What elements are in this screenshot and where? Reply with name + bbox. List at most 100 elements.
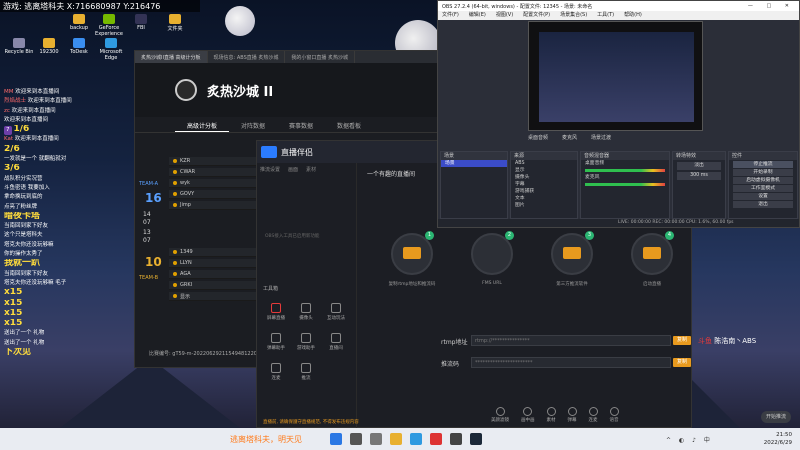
taskview-icon[interactable] [370, 433, 382, 445]
tool-icon [331, 333, 341, 343]
desktop-icon-backup[interactable]: backup [64, 14, 94, 31]
obs-icon[interactable] [450, 433, 462, 445]
obs-menu-item[interactable]: 场景集合(S) [560, 11, 587, 20]
player-row[interactable]: wyk [169, 179, 259, 188]
stream-key-field[interactable]: *********************** [471, 357, 671, 368]
bottom-tool[interactable]: 素材 [546, 407, 556, 423]
toolbox-item[interactable]: 直播间 [323, 333, 349, 351]
toolbox-item[interactable]: 弹幕助手 [263, 333, 289, 351]
bottom-tool[interactable]: 弹幕 [567, 407, 577, 423]
obs-preview[interactable] [528, 21, 703, 131]
subtab-dashboard[interactable]: 数据看板 [325, 117, 373, 132]
toolbox-item[interactable]: 游戏助手 [293, 333, 319, 351]
toolbox-item[interactable]: 屏幕直播 [263, 303, 289, 321]
ime-indicator[interactable]: 中 [704, 437, 713, 444]
obs-control-button[interactable]: 设置 [733, 193, 793, 200]
source-item[interactable]: 摄像头 [511, 174, 577, 181]
tool-icon [271, 363, 281, 373]
player-row[interactable]: AGA [169, 270, 259, 279]
bottom-tool[interactable]: 画中画 [521, 407, 535, 423]
obs-control-button[interactable]: 开始录制 [733, 169, 793, 176]
tab-mini-window[interactable]: 我的小窗口直播 炙热沙城 [285, 51, 355, 63]
obs-menu-item[interactable]: 帮助(H) [624, 11, 642, 20]
transition-select[interactable]: 淡出 [677, 162, 721, 170]
chat-text: 1/6 [13, 125, 30, 135]
desktop-icon-fbi[interactable]: FBI [126, 14, 156, 31]
obs-control-button[interactable]: 工作室模式 [733, 185, 793, 192]
player-row[interactable]: 1349 [169, 248, 259, 257]
bottom-tool[interactable]: 连麦 [588, 407, 598, 423]
transition-toggle[interactable]: 场景过渡 [591, 134, 611, 141]
toolbox-item[interactable]: 推流 [293, 363, 319, 381]
explorer-icon[interactable] [390, 433, 402, 445]
player-row[interactable]: Jimp [169, 201, 259, 210]
obs-control-button[interactable]: 启动虚拟摄像机 [733, 177, 793, 184]
player-row[interactable]: 显示 [169, 292, 259, 301]
obs-control-button[interactable]: 退出 [733, 201, 793, 208]
source-item[interactable]: 游戏捕获 [511, 188, 577, 195]
subtab-advanced[interactable]: 高级计分板 [175, 117, 230, 132]
source-item[interactable]: ABS [511, 160, 577, 167]
game-label: 游戏: [3, 2, 22, 11]
source-item[interactable]: 文本 [511, 195, 577, 202]
toolbox-item[interactable]: 连麦 [263, 363, 289, 381]
desktop-icon-folder[interactable]: 192300 [34, 38, 64, 55]
obs-menu-item[interactable]: 编辑(E) [469, 11, 486, 20]
obs-menu-item[interactable]: 工具(T) [597, 11, 614, 20]
desktop-icon-edge[interactable]: Microsoft Edge [96, 38, 126, 61]
toolbox-item[interactable]: 互动玩法 [323, 303, 349, 321]
chat-text: x15 [4, 298, 23, 308]
search-icon[interactable] [350, 433, 362, 445]
source-item[interactable]: 图片 [511, 202, 577, 209]
tab-scene[interactable]: 画面 [288, 166, 298, 173]
desktop-audio-toggle[interactable]: 桌面音频 [528, 134, 548, 141]
tab-material[interactable]: 素材 [306, 166, 316, 173]
player-row[interactable]: LLYN [169, 259, 259, 268]
rtmp-url-field[interactable]: rtmp://*************** [471, 335, 671, 346]
tool-icon [271, 333, 281, 343]
subtab-event[interactable]: 赛事数据 [277, 117, 325, 132]
desktop-icon-geforce[interactable]: GeForce Experience [94, 14, 124, 37]
desktop-icon-recycle[interactable]: Recycle Bin [4, 38, 34, 55]
player-row[interactable]: CWAR [169, 168, 259, 177]
audio-meter[interactable] [585, 183, 665, 186]
start-icon[interactable] [330, 433, 342, 445]
bottom-tool[interactable]: 美颜滤镜 [491, 407, 509, 423]
step-icon [643, 247, 661, 259]
player-row[interactable]: KZR [169, 157, 259, 166]
system-tray[interactable]: ^ ◐ ♪ 中 [666, 435, 713, 444]
scene-item[interactable]: 场景 [441, 160, 507, 167]
desktop-icon-files[interactable]: 文件夹 [160, 14, 190, 32]
copy-button[interactable]: 复制 [673, 336, 691, 345]
player-row[interactable]: GRKI [169, 281, 259, 290]
obs-menu-item[interactable]: 配置文件(P) [523, 11, 550, 20]
obs-menu-item[interactable]: 文件(F) [442, 11, 459, 20]
desktop-icon-todesk[interactable]: ToDesk [64, 38, 94, 55]
source-item[interactable]: 显示 [511, 167, 577, 174]
obs-menu-item[interactable]: 视图(V) [496, 11, 513, 20]
window-controls-icon[interactable]: — □ ✕ [748, 3, 799, 9]
bottom-tool[interactable]: 语音 [609, 407, 619, 423]
start-push-button[interactable]: 开始推流 [761, 411, 791, 423]
obs-control-button[interactable]: 停止推流 [733, 161, 793, 168]
taskbar-clock[interactable]: 21:50 2022/6/29 [764, 431, 792, 447]
tab-live-info[interactable]: 现场信息: ABS直播 炙热沙城 [208, 51, 286, 63]
tab-scoreboard[interactable]: 炙热沙城II直播 高级计分板 [135, 51, 208, 63]
tab-push-settings[interactable]: 推流设置 [260, 166, 280, 173]
recycle-bin-icon [13, 38, 25, 48]
source-item[interactable]: 字幕 [511, 181, 577, 188]
audio-meter[interactable] [585, 169, 665, 172]
subtab-versus[interactable]: 对阵数据 [229, 117, 277, 132]
sources-dock: 来源 ABS 显示 摄像头 字幕 游戏捕获 文本 图片 [510, 151, 578, 219]
player-row[interactable]: GOVY [169, 190, 259, 199]
copy-button[interactable]: 复制 [673, 358, 691, 367]
tool-label: 游戏助手 [297, 346, 315, 351]
duration-input[interactable]: 300 ms [677, 172, 721, 180]
app-icon[interactable] [430, 433, 442, 445]
obs-window[interactable]: OBS 27.2.4 (64-bit, windows) - 配置文件: 123… [437, 0, 800, 228]
chat-message: 下次见 [0, 348, 132, 358]
steam-icon[interactable] [470, 433, 482, 445]
mic-toggle[interactable]: 麦克风 [562, 134, 577, 141]
toolbox-item[interactable]: 摄像头 [293, 303, 319, 321]
edge-icon[interactable] [410, 433, 422, 445]
